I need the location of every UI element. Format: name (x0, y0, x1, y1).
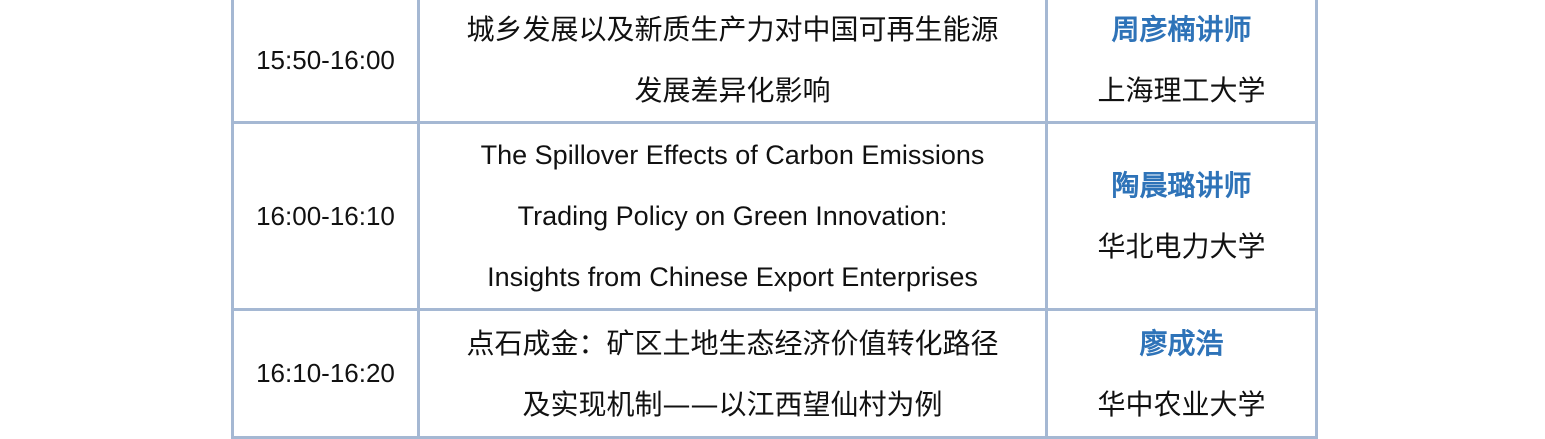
speaker-affiliation: 华北电力大学 (1097, 230, 1266, 263)
speaker-affiliation: 华中农业大学 (1097, 387, 1266, 421)
topic-line: 点石成金：矿区土地生态经济价值转化路径 (466, 326, 999, 360)
speaker-cell: 陶晨璐讲师 华北电力大学 (1045, 121, 1318, 311)
topic-line: 城乡发展以及新质生产力对中国可再生能源 (466, 13, 999, 46)
table-row: 16:10-16:20 点石成金：矿区土地生态经济价值转化路径 及实现机制——以… (231, 308, 1318, 439)
speaker-affiliation: 上海理工大学 (1097, 74, 1266, 107)
speaker-name: 廖成浩 (1139, 326, 1224, 360)
topic-line: Insights from Chinese Export Enterprises (487, 261, 978, 292)
topic-cell: 城乡发展以及新质生产力对中国可再生能源 发展差异化影响 (417, 0, 1048, 124)
topic-line: 及实现机制——以江西望仙村为例 (522, 387, 943, 421)
topic-cell: 点石成金：矿区土地生态经济价值转化路径 及实现机制——以江西望仙村为例 (417, 308, 1048, 439)
topic-cell: The Spillover Effects of Carbon Emission… (417, 121, 1048, 311)
speaker-cell: 廖成浩 华中农业大学 (1045, 308, 1318, 439)
table-row: 16:00-16:10 The Spillover Effects of Car… (231, 121, 1318, 311)
topic-line: Trading Policy on Green Innovation: (517, 200, 948, 231)
schedule-table: 15:50-16:00 城乡发展以及新质生产力对中国可再生能源 发展差异化影响 … (231, 0, 1318, 439)
speaker-name: 周彦楠讲师 (1111, 13, 1252, 46)
time-cell: 16:10-16:20 (231, 308, 420, 439)
table-row: 15:50-16:00 城乡发展以及新质生产力对中国可再生能源 发展差异化影响 … (231, 0, 1318, 124)
speaker-name: 陶晨璐讲师 (1111, 169, 1252, 202)
time-cell: 15:50-16:00 (231, 0, 420, 124)
time-cell: 16:00-16:10 (231, 121, 420, 311)
topic-line: 发展差异化影响 (634, 74, 831, 107)
topic-line: The Spillover Effects of Carbon Emission… (480, 139, 985, 170)
speaker-cell: 周彦楠讲师 上海理工大学 (1045, 0, 1318, 124)
